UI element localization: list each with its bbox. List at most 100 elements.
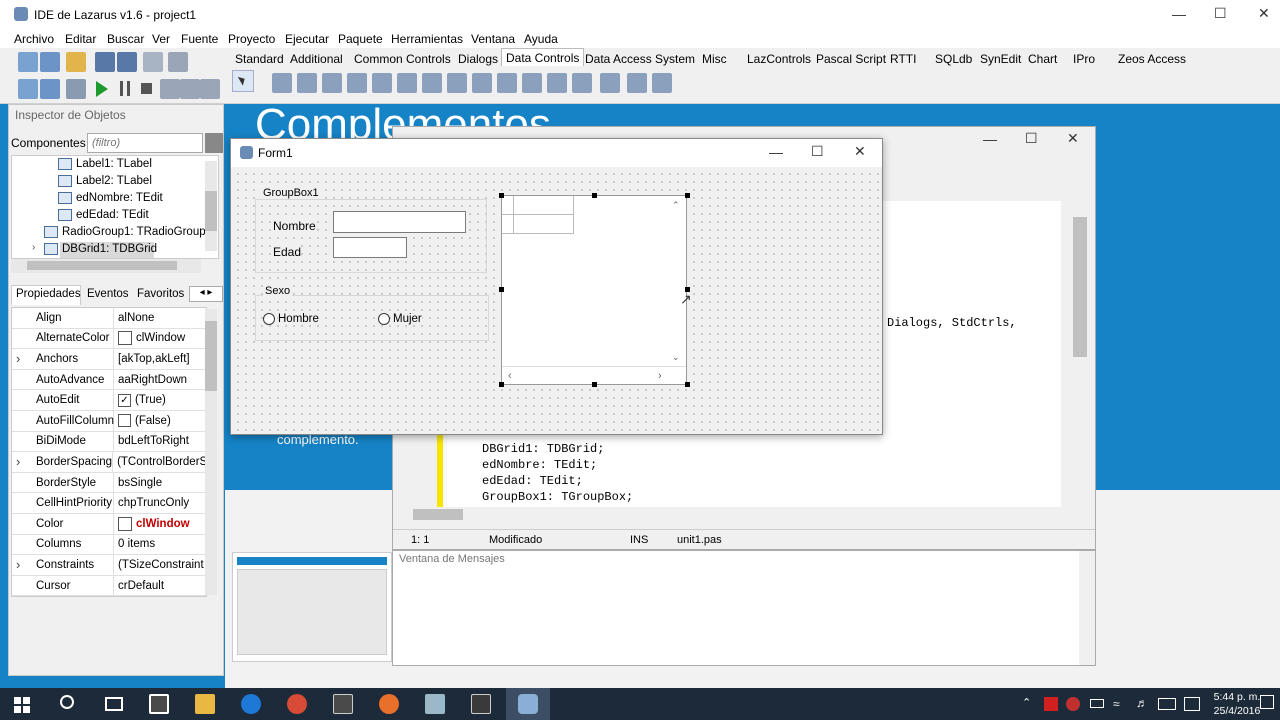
scroll-down-icon[interactable]: ⌄ [672, 352, 680, 363]
scroll-left-icon[interactable]: ‹ [508, 370, 512, 382]
volume-icon[interactable]: ♬ [1136, 696, 1148, 710]
close-icon[interactable]: ✕ [1258, 5, 1270, 22]
radio-mujer-circle[interactable] [378, 313, 390, 325]
property-value[interactable]: (False) [114, 411, 171, 431]
tab-rtti[interactable]: RTTI [886, 50, 920, 68]
ednombre-input[interactable] [333, 211, 466, 233]
property-value[interactable]: chpTruncOnly [114, 493, 189, 513]
new-form-icon[interactable] [40, 52, 60, 72]
dbcalendar-icon[interactable] [547, 73, 567, 93]
tab-data-access[interactable]: Data Access [581, 50, 656, 68]
property-value[interactable]: crDefault [114, 576, 164, 596]
dblistbox-icon[interactable] [397, 73, 417, 93]
chrome-icon[interactable] [287, 694, 307, 714]
property-row[interactable]: Color clWindow [12, 513, 206, 535]
property-value[interactable]: bdLeftToRight [114, 432, 189, 452]
view-forms-icon[interactable] [40, 79, 60, 99]
tree-item-ednombre[interactable]: edNombre: TEdit [76, 192, 163, 204]
tab-zeos-access[interactable]: Zeos Access [1114, 50, 1190, 68]
dblookuplistbox-icon[interactable] [422, 73, 442, 93]
edge-icon[interactable] [241, 694, 261, 714]
tab-common-controls[interactable]: Common Controls [350, 50, 455, 68]
tab-misc[interactable]: Misc [698, 50, 731, 68]
maximize-icon[interactable]: ☐ [1214, 5, 1227, 22]
radio-hombre-circle[interactable] [263, 313, 275, 325]
resize-handle[interactable] [499, 287, 504, 292]
dblookupcombobox-icon[interactable] [472, 73, 492, 93]
label-nombre[interactable]: Nombre [273, 219, 316, 233]
dbdateedit-icon[interactable] [600, 73, 620, 93]
minimize-icon[interactable]: — [1172, 6, 1186, 22]
open-icon[interactable] [66, 52, 86, 72]
property-row[interactable]: AutoEdit ✓ (True) [12, 390, 206, 411]
property-vscrollbar[interactable] [205, 309, 217, 595]
menu-ejecutar[interactable]: Ejecutar [285, 32, 329, 46]
menu-herramientas[interactable]: Herramientas [391, 32, 463, 46]
save-icon[interactable] [95, 52, 115, 72]
action-center-icon[interactable] [1184, 697, 1200, 711]
wifi-icon[interactable]: ≈ [1113, 697, 1120, 711]
property-value[interactable]: ✓ (True) [114, 390, 166, 410]
resize-handle[interactable] [592, 382, 597, 387]
dbgroupbox-icon[interactable] [572, 73, 592, 93]
dbnavigator-icon[interactable] [272, 73, 292, 93]
tree-item-dbgrid1[interactable]: DBGrid1: TDBGrid [62, 243, 157, 255]
chevron-right-icon[interactable]: › [32, 242, 35, 253]
ededad-input[interactable] [333, 237, 407, 258]
dbcombobox-icon[interactable] [447, 73, 467, 93]
tab-chart[interactable]: Chart [1024, 50, 1061, 68]
menu-editar[interactable]: Editar [65, 32, 96, 46]
dbmemo-icon[interactable] [347, 73, 367, 93]
property-row[interactable]: CellHintPriority chpTruncOnly [12, 493, 206, 514]
dbtext-icon[interactable] [297, 73, 317, 93]
tab-data-controls[interactable]: Data Controls [501, 48, 585, 66]
form-client-area[interactable]: GroupBox1 Nombre Edad Sexo Hombre Mujer … [231, 167, 882, 434]
property-value[interactable]: bsSingle [114, 473, 162, 493]
pause-icon[interactable] [120, 81, 130, 96]
task-view-icon[interactable] [105, 697, 123, 711]
property-value[interactable]: (TSizeConstraint [114, 555, 204, 575]
property-row[interactable]: BorderStyle bsSingle [12, 472, 206, 494]
dbimage-icon[interactable] [372, 73, 392, 93]
tab-favoritos[interactable]: Favoritos [137, 288, 184, 300]
maximize-icon[interactable]: ☐ [811, 143, 824, 160]
property-row[interactable]: Align alNone [12, 308, 206, 329]
property-row[interactable]: Columns 0 items [12, 534, 206, 556]
tab-system[interactable]: System [651, 50, 699, 68]
tab-dialogs[interactable]: Dialogs [454, 50, 502, 68]
radio-hombre[interactable]: Hombre [263, 313, 319, 325]
tab-ipro[interactable]: IPro [1069, 50, 1099, 68]
step-into-icon[interactable] [160, 79, 180, 99]
tab-lazcontrols[interactable]: LazControls [743, 50, 815, 68]
property-row[interactable]: AutoAdvance aaRightDown [12, 369, 206, 391]
expand-chevron-icon[interactable]: › [16, 454, 20, 469]
filter-icon[interactable] [205, 133, 223, 153]
dbedit-icon[interactable] [322, 73, 342, 93]
property-row[interactable]: AlternateColor clWindow [12, 328, 206, 350]
tray-mail-icon[interactable] [1066, 697, 1080, 711]
expand-chevron-icon[interactable]: › [16, 351, 20, 366]
taskbar-clock[interactable]: 5:44 p. m. 25/4/2016 [1210, 688, 1264, 718]
property-row[interactable]: › Anchors [akTop,akLeft] [12, 349, 206, 370]
tab-sqldb[interactable]: SQLdb [931, 50, 976, 68]
tree-item-label1[interactable]: Label1: TLabel [76, 158, 152, 170]
close-file-icon[interactable] [143, 52, 163, 72]
code-vscrollbar[interactable] [1061, 201, 1091, 507]
resize-handle[interactable] [685, 193, 690, 198]
property-value[interactable]: [akTop,akLeft] [114, 349, 190, 369]
scroll-right-icon[interactable]: › [658, 370, 662, 382]
menu-ventana[interactable]: Ventana [471, 32, 515, 46]
tab-scroll-arrows[interactable]: ◂ ▸ [189, 286, 223, 302]
property-value[interactable]: clWindow [114, 329, 185, 349]
property-value[interactable]: (TControlBorderS [113, 452, 207, 472]
keyboard-icon[interactable] [1158, 698, 1176, 710]
run-icon[interactable] [96, 81, 108, 97]
tab-propiedades[interactable]: Propiedades [11, 285, 81, 305]
view-units-icon[interactable] [18, 79, 38, 99]
change-build-mode-icon[interactable] [66, 79, 86, 99]
menu-archivo[interactable]: Archivo [14, 32, 54, 46]
close-icon[interactable]: ✕ [1067, 130, 1079, 147]
stop-icon[interactable] [141, 83, 152, 94]
maximize-icon[interactable]: ☐ [1025, 130, 1038, 147]
menu-ayuda[interactable]: Ayuda [524, 32, 558, 46]
